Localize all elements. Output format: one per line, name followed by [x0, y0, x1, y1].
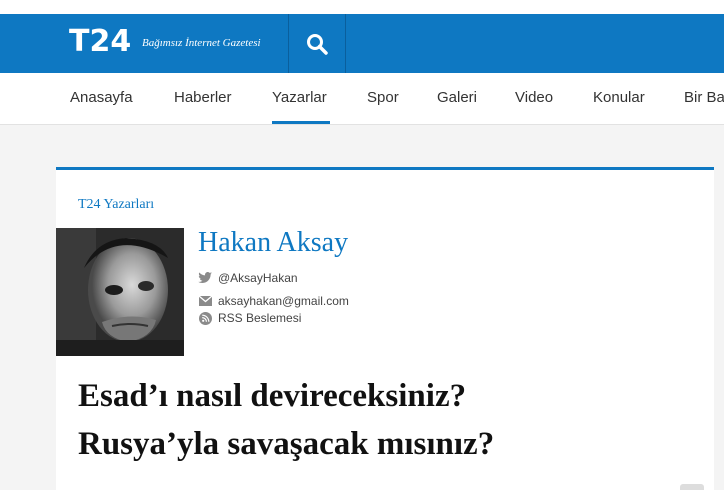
nav-item-anasayfa[interactable]: Anasayfa: [70, 89, 133, 107]
author-twitter: @AksayHakan: [218, 271, 298, 285]
site-header: T24 Bağımsız İnternet Gazetesi: [0, 14, 724, 73]
search-icon: [307, 33, 328, 55]
twitter-icon: [198, 271, 212, 285]
site-tagline: Bağımsız İnternet Gazetesi: [142, 37, 261, 49]
site-logo[interactable]: T24: [69, 24, 131, 60]
nav-item-spor[interactable]: Spor: [367, 89, 399, 107]
active-tab-indicator: [272, 121, 330, 124]
mail-icon: [198, 294, 212, 308]
author-twitter-row[interactable]: @AksayHakan: [198, 271, 298, 285]
nav-item-video[interactable]: Video: [515, 89, 553, 107]
rss-label: RSS Beslemesi: [218, 311, 302, 325]
article-card: T24 Yazarları Hakan Aksay @AksayHakan ak…: [56, 167, 714, 490]
author-photo[interactable]: [56, 228, 184, 356]
nav-item-konular[interactable]: Konular: [593, 89, 645, 107]
main-nav: Anasayfa Haberler Yazarlar Spor Galeri V…: [0, 73, 724, 125]
nav-item-galeri[interactable]: Galeri: [437, 89, 477, 107]
search-button[interactable]: [289, 14, 345, 73]
headline-line-2: Rusya’yla savaşacak mısınız?: [78, 426, 495, 462]
author-email: aksayhakan@gmail.com: [218, 294, 349, 308]
rss-icon: [198, 311, 212, 325]
top-strip: [0, 0, 724, 14]
nav-item-haberler[interactable]: Haberler: [174, 89, 232, 107]
nav-item-bir-bakista[interactable]: Bir Ba: [684, 89, 724, 107]
article-headline: Esad’ı nasıl devireceksiniz? Rusya’yla s…: [78, 372, 698, 468]
headline-line-1: Esad’ı nasıl devireceksiniz?: [78, 378, 467, 414]
nav-item-yazarlar[interactable]: Yazarlar: [272, 89, 327, 107]
section-link[interactable]: T24 Yazarları: [78, 196, 154, 213]
author-name[interactable]: Hakan Aksay: [198, 226, 348, 260]
author-email-row[interactable]: aksayhakan@gmail.com: [198, 294, 349, 308]
scroll-to-top-button[interactable]: [680, 484, 704, 490]
rss-feed-row[interactable]: RSS Beslemesi: [198, 311, 301, 325]
header-divider: [345, 14, 346, 73]
